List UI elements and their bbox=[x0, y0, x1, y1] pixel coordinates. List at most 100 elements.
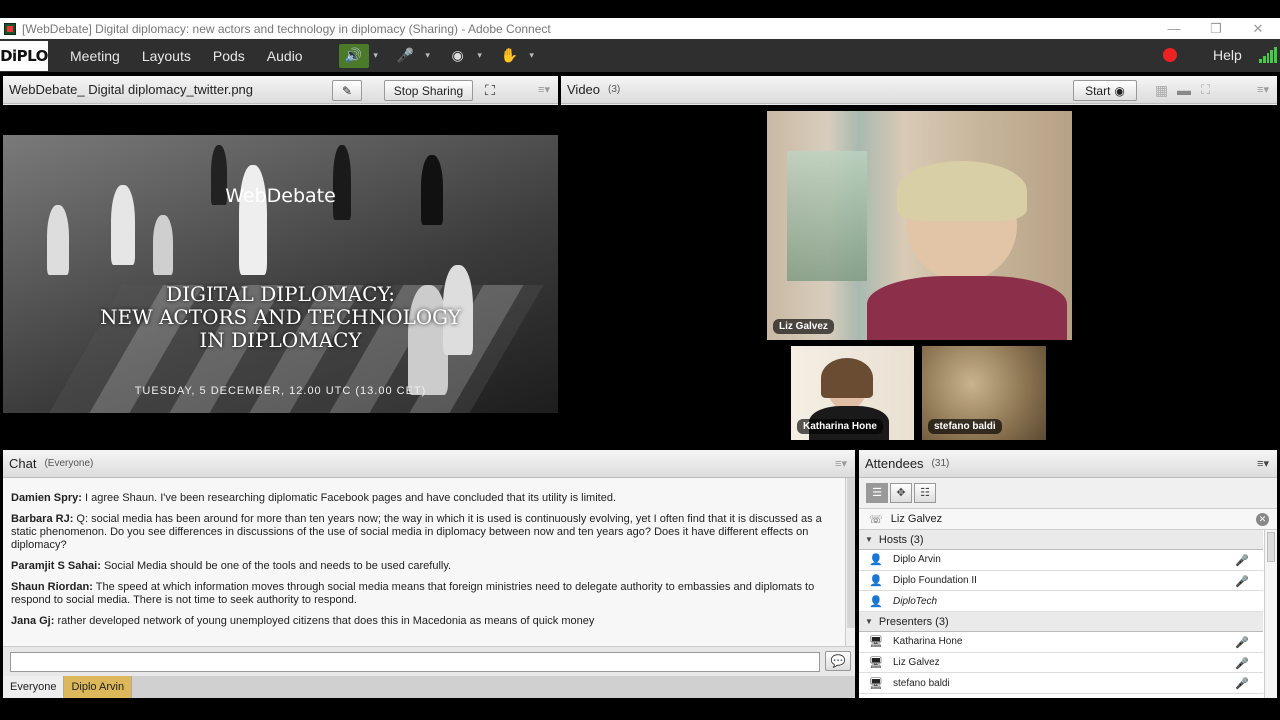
video-count: (3) bbox=[608, 84, 621, 95]
send-message-button[interactable]: 💬 bbox=[825, 651, 851, 671]
chevron-down-icon: ▾ bbox=[529, 50, 534, 60]
menu-pods[interactable]: Pods bbox=[213, 48, 245, 64]
slide-date: TUESDAY, 5 DECEMBER, 12.00 UTC (13.00 CE… bbox=[134, 385, 427, 397]
message-author: Shaun Riordan: bbox=[11, 581, 93, 593]
slide-title-line: IN DIPLOMACY bbox=[199, 328, 362, 352]
shared-slide: WebDebate DIGITAL DIPLOMACY: NEW ACTORS … bbox=[3, 105, 558, 446]
speech-bubble-icon: 💬 bbox=[830, 654, 846, 668]
slide-title-line: DIGITAL DIPLOMACY: bbox=[166, 282, 395, 306]
menu-meeting[interactable]: Meeting bbox=[70, 48, 120, 64]
mic-muted-icon: 🎤 bbox=[1235, 575, 1249, 588]
slide-title-line: NEW ACTORS AND TECHNOLOGY bbox=[99, 305, 462, 329]
video-pod-title: Video bbox=[567, 82, 601, 97]
chevron-down-icon: ▾ bbox=[373, 50, 378, 60]
collapse-triangle-icon: ▼ bbox=[865, 535, 873, 544]
video-feed-secondary[interactable]: Katharina Hone bbox=[791, 346, 914, 440]
draw-toggle-button[interactable]: ✎ bbox=[332, 80, 362, 101]
tab-diplo-arvin[interactable]: Diplo Arvin bbox=[64, 676, 133, 698]
video-feed-secondary[interactable]: stefano baldi bbox=[922, 346, 1046, 440]
group-label: Hosts (3) bbox=[878, 533, 924, 546]
speaker-dropdown[interactable]: ▾ bbox=[369, 44, 383, 68]
pod-options-menu[interactable]: ≡▾ bbox=[1257, 83, 1269, 96]
window-title: [WebDebate] Digital diplomacy: new actor… bbox=[22, 21, 551, 36]
fullscreen-icon[interactable]: ⛶ bbox=[1201, 82, 1210, 98]
attendee-row[interactable]: 👤 Diplo Arvin 🎤 bbox=[859, 550, 1263, 571]
collapse-triangle-icon: ▼ bbox=[865, 617, 873, 627]
attendee-row[interactable]: 🖥 stefano baldi 🎤 bbox=[859, 673, 1263, 695]
camera-label: Liz Galvez bbox=[773, 319, 834, 334]
attendee-count: (31) bbox=[931, 458, 950, 469]
chevron-down-icon: ▾ bbox=[477, 50, 482, 60]
mic-muted-icon: 🎤 bbox=[1235, 555, 1249, 567]
connection-signal-icon bbox=[1259, 47, 1277, 63]
breakout-view-icon[interactable]: ✥ bbox=[890, 483, 912, 503]
video-pod: Video (3) Start ◉ ▦ ▬ ⛶ ≡▾ Liz Galvez Ka… bbox=[561, 76, 1277, 446]
camera-toggle[interactable]: ◉ bbox=[443, 44, 473, 68]
attendee-row[interactable]: 👤 DiploTech bbox=[859, 591, 1263, 613]
menu-audio[interactable]: Audio bbox=[267, 48, 303, 64]
message-text: rather developed network of young unempl… bbox=[57, 615, 595, 627]
video-feed-main[interactable]: Liz Galvez bbox=[767, 111, 1072, 340]
adobe-connect-app-icon bbox=[4, 22, 16, 35]
chat-input-row: 💬 bbox=[3, 646, 855, 676]
status-dropdown[interactable]: ▾ bbox=[525, 44, 539, 68]
pod-options-menu[interactable]: ≡▾ bbox=[835, 457, 847, 470]
minimize-button[interactable]: — bbox=[1154, 18, 1194, 39]
chat-input[interactable] bbox=[10, 652, 820, 672]
attendee-name: Diplo Foundation II bbox=[893, 575, 977, 587]
help-menu[interactable]: Help bbox=[1213, 47, 1242, 63]
speaker-toggle[interactable]: 🔊 bbox=[338, 43, 369, 68]
message-text: I agree Shaun. I've been researching dip… bbox=[84, 492, 617, 504]
list-view-icon[interactable]: ☰ bbox=[866, 483, 888, 503]
group-presenters[interactable]: ▼ Presenters (3) bbox=[859, 612, 1263, 633]
chat-scrollbar[interactable] bbox=[845, 478, 855, 646]
chess-background-image: WebDebate bbox=[3, 135, 558, 413]
attendee-name: Katharina Hone bbox=[893, 636, 963, 648]
pod-options-menu[interactable]: ≡▾ bbox=[538, 83, 550, 96]
chat-messages: Damien Spry: I agree Shaun. I've been re… bbox=[3, 478, 845, 646]
attendee-row[interactable]: 🖥 Liz Galvez 🎤 bbox=[859, 652, 1263, 674]
recording-indicator[interactable] bbox=[1163, 48, 1177, 62]
microphone-toggle[interactable]: 🎤 bbox=[391, 44, 421, 68]
status-view-icon[interactable]: ☷ bbox=[914, 483, 936, 503]
share-pod-title: WebDebate_ Digital diplomacy_twitter.png bbox=[9, 82, 254, 97]
attendee-name: Liz Galvez bbox=[893, 657, 940, 669]
start-webcam-button[interactable]: Start ◉ bbox=[1073, 80, 1137, 101]
close-icon[interactable]: ✕ bbox=[1256, 513, 1269, 526]
menu-layouts[interactable]: Layouts bbox=[142, 48, 191, 64]
tab-everyone[interactable]: Everyone bbox=[3, 676, 65, 698]
restore-button[interactable]: ❐ bbox=[1196, 18, 1236, 39]
attendee-list: ▼ Hosts (3) 👤 Diplo Arvin 🎤 👤 Diplo Foun… bbox=[859, 530, 1263, 698]
raise-hand-icon: ✋ bbox=[500, 47, 519, 63]
microphone-icon: 🎤 bbox=[396, 47, 415, 63]
chat-scope: (Everyone) bbox=[44, 458, 94, 469]
fullscreen-icon[interactable]: ⛶ bbox=[481, 80, 499, 101]
message-author: Jana Gj: bbox=[11, 615, 55, 627]
message-text: Q: social media has been around for more… bbox=[11, 513, 822, 551]
close-button[interactable]: ✕ bbox=[1238, 18, 1278, 39]
filmstrip-view-icon[interactable]: ▬ bbox=[1177, 82, 1191, 98]
camera-dropdown[interactable]: ▾ bbox=[473, 44, 487, 68]
stop-sharing-button[interactable]: Stop Sharing bbox=[384, 80, 473, 101]
camera-label: Katharina Hone bbox=[797, 419, 883, 434]
chat-pod-header: Chat (Everyone) ≡▾ bbox=[3, 450, 855, 478]
microphone-dropdown[interactable]: ▾ bbox=[421, 44, 435, 68]
group-hosts[interactable]: ▼ Hosts (3) bbox=[859, 530, 1263, 550]
message-author: Barbara RJ: bbox=[11, 513, 74, 525]
pod-options-menu[interactable]: ≡▾ bbox=[1257, 457, 1269, 470]
active-speaker-name: Liz Galvez bbox=[890, 513, 943, 525]
message-author: Damien Spry: bbox=[11, 492, 82, 504]
attendee-scrollbar[interactable]: ⋮ bbox=[1264, 530, 1277, 698]
mic-muted-icon: 🎤 bbox=[1235, 678, 1249, 691]
webcam-icon: ◉ bbox=[1114, 83, 1125, 98]
raise-hand-button[interactable]: ✋ bbox=[495, 44, 525, 68]
phone-speaker-icon: ☏ bbox=[869, 513, 883, 526]
chat-message: Shaun Riordan: The speed at which inform… bbox=[11, 581, 837, 607]
chevron-down-icon: ▾ bbox=[425, 50, 430, 60]
attendee-row[interactable]: 👤 Diplo Foundation II 🎤 bbox=[859, 570, 1263, 592]
grid-view-icon[interactable]: ▦ bbox=[1155, 82, 1168, 99]
slide-title: DIGITAL DIPLOMACY: NEW ACTORS AND TECHNO… bbox=[3, 283, 558, 352]
video-area: Liz Galvez Katharina Hone stefano baldi bbox=[561, 105, 1277, 446]
attendee-row[interactable]: 🖥 Katharina Hone 🎤 bbox=[859, 632, 1263, 653]
attendees-toolbar: ☰ ✥ ☷ bbox=[859, 478, 1277, 508]
